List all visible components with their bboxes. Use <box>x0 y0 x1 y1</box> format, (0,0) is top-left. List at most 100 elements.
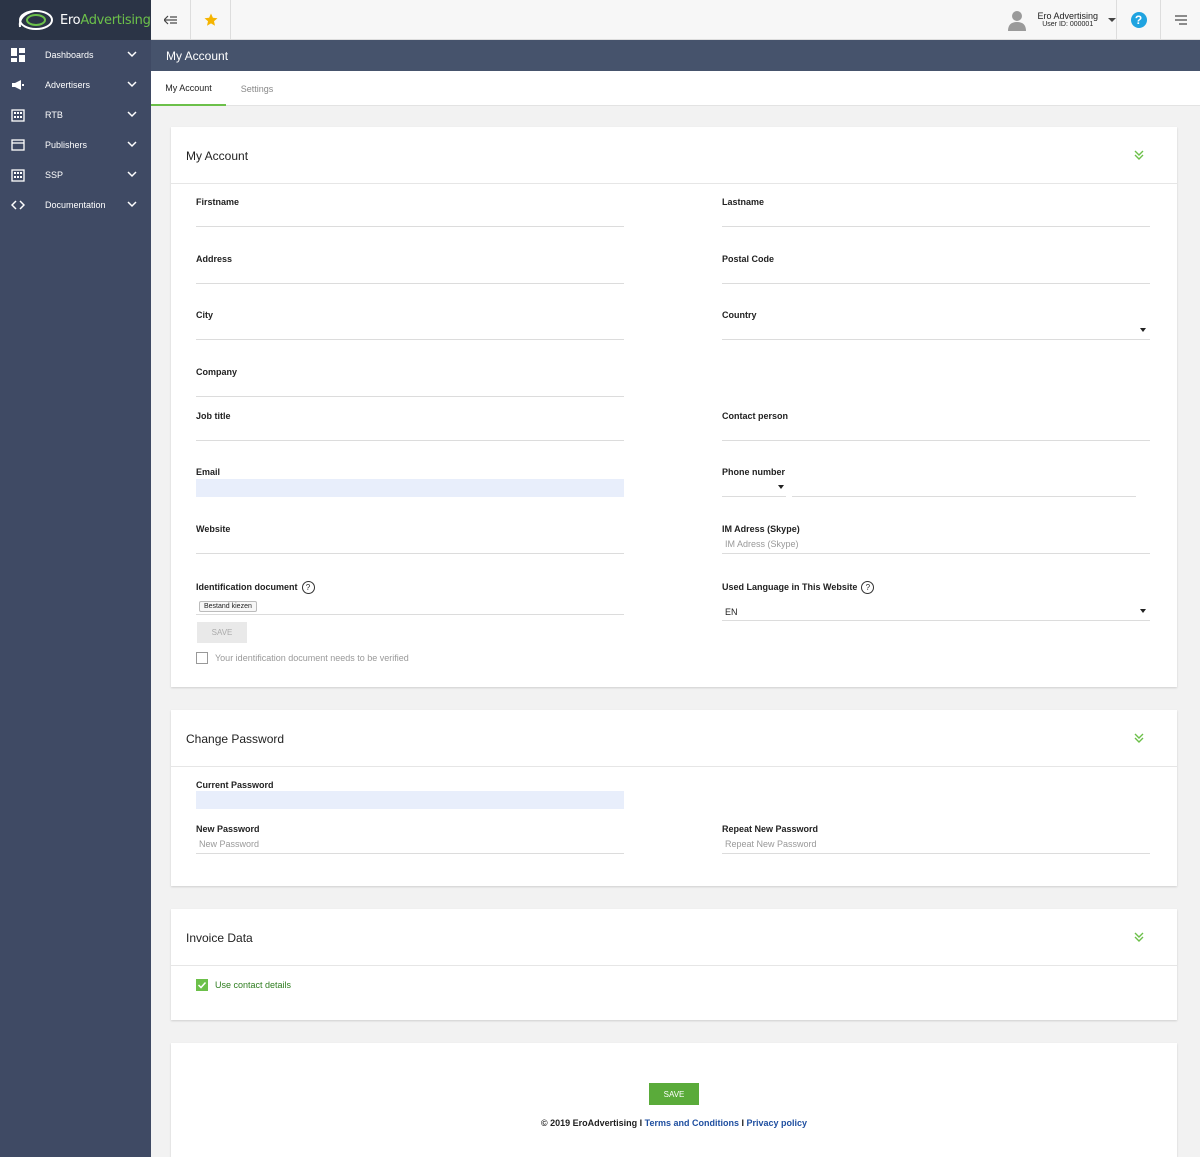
chevron-down-icon <box>127 201 137 208</box>
city-field[interactable]: City <box>196 310 624 340</box>
megaphone-icon <box>12 80 24 90</box>
firstname-field[interactable]: Firstname <box>196 197 624 227</box>
card-title: Invoice Data <box>186 931 253 945</box>
user-id: User ID: 000001 <box>1042 21 1094 28</box>
logo-text: EroAdvertising <box>60 12 151 28</box>
city-input[interactable] <box>196 339 624 340</box>
repeat-password-input[interactable]: Repeat New Password <box>725 839 817 849</box>
star-icon <box>204 13 217 26</box>
question-circle-icon[interactable]: ? <box>301 581 315 594</box>
building-icon <box>11 109 25 122</box>
address-label: Address <box>196 254 233 264</box>
privacy-link[interactable]: Privacy policy <box>746 1118 807 1128</box>
copyright: © 2019 EroAdvertising I Terms and Condit… <box>171 1118 1177 1128</box>
phone-country-select[interactable] <box>722 496 786 497</box>
address-field[interactable]: Address <box>196 254 624 284</box>
sidebar-item-publishers[interactable]: Publishers <box>0 130 151 160</box>
sidebar-nav: Dashboards Advertisers RTB Publishers SS… <box>0 40 151 220</box>
choose-file-button[interactable]: Bestand kiezen <box>199 601 257 612</box>
question-circle-icon[interactable]: ? <box>861 581 875 594</box>
contact-person-input[interactable] <box>722 440 1150 441</box>
double-chevron-down-icon[interactable] <box>1133 149 1145 161</box>
double-chevron-down-icon[interactable] <box>1133 732 1145 744</box>
caret-down-icon <box>1140 328 1146 332</box>
avatar <box>1008 11 1027 31</box>
lastname-input[interactable] <box>722 226 1150 227</box>
sidebar-item-label: SSP <box>45 170 64 180</box>
caret-down-icon <box>1108 18 1116 22</box>
chevron-down-icon <box>127 171 137 178</box>
im-address-label: IM Adress (Skype) <box>722 524 800 534</box>
sidebar-item-ssp[interactable]: SSP <box>0 160 151 190</box>
email-input[interactable] <box>196 479 624 497</box>
menu-icon <box>1174 15 1187 25</box>
language-select[interactable] <box>722 620 1150 621</box>
identification-document-label: Identification document? <box>196 581 624 594</box>
terms-link[interactable]: Terms and Conditions <box>645 1118 739 1128</box>
repeat-password-field[interactable]: Repeat New Password Repeat New Password <box>722 824 1150 854</box>
help-button[interactable]: ? <box>1116 0 1160 40</box>
tab-my-account[interactable]: My Account <box>151 71 226 106</box>
double-chevron-down-icon[interactable] <box>1133 931 1145 943</box>
page-title: My Account <box>166 49 229 63</box>
identification-document-field: Identification document? Bestand kiezen <box>196 581 624 616</box>
check-icon <box>197 981 207 989</box>
user-menu[interactable]: Ero Advertising User ID: 000001 <box>1007 0 1116 40</box>
firstname-label: Firstname <box>196 197 240 207</box>
email-label: Email <box>196 467 221 477</box>
sidebar-item-rtb[interactable]: RTB <box>0 100 151 130</box>
page-header: My Account <box>151 40 1200 71</box>
job-title-input[interactable] <box>196 440 624 441</box>
email-field[interactable]: Email <box>196 467 624 497</box>
new-password-field[interactable]: New Password New Password <box>196 824 624 854</box>
menu-button[interactable] <box>1160 0 1200 40</box>
sidebar-item-dashboards[interactable]: Dashboards <box>0 40 151 70</box>
phone-number-input[interactable] <box>792 496 1136 497</box>
verified-checkbox[interactable] <box>196 652 208 664</box>
sidebar: EroAdvertising Dashboards Advertisers RT… <box>0 0 151 1157</box>
save-button[interactable]: SAVE <box>649 1083 699 1105</box>
website-label: Website <box>196 524 231 534</box>
phone-number-field[interactable]: Phone number <box>722 467 1150 497</box>
phone-number-label: Phone number <box>722 467 786 477</box>
company-field[interactable]: Company <box>196 367 624 397</box>
lastname-field[interactable]: Lastname <box>722 197 1150 227</box>
website-input[interactable] <box>196 553 624 554</box>
sidebar-item-label: Publishers <box>45 140 88 150</box>
company-input[interactable] <box>196 396 624 397</box>
my-account-card: My Account Firstname Lastname Address Po… <box>171 127 1177 687</box>
im-address-input[interactable]: IM Adress (Skype) <box>725 539 799 549</box>
topbar: Ero Advertising User ID: 000001 ? <box>151 0 1200 40</box>
website-field[interactable]: Website <box>196 524 624 554</box>
tab-bar: My Account Settings <box>151 71 1200 106</box>
current-password-field[interactable]: Current Password <box>196 780 624 810</box>
im-address-field[interactable]: IM Adress (Skype) IM Adress (Skype) <box>722 524 1150 554</box>
tab-settings[interactable]: Settings <box>226 71 288 106</box>
contact-person-label: Contact person <box>722 411 789 421</box>
use-contact-details-checkbox[interactable] <box>196 979 208 991</box>
postal-code-field[interactable]: Postal Code <box>722 254 1150 284</box>
current-password-input[interactable] <box>196 791 624 809</box>
contact-person-field[interactable]: Contact person <box>722 411 1150 441</box>
favorites-button[interactable] <box>191 0 231 40</box>
card-title: My Account <box>186 149 249 163</box>
collapse-sidebar-button[interactable] <box>151 0 191 40</box>
job-title-field[interactable]: Job title <box>196 411 624 441</box>
sidebar-item-documentation[interactable]: Documentation <box>0 190 151 220</box>
new-password-input[interactable]: New Password <box>199 839 259 849</box>
firstname-input[interactable] <box>196 226 624 227</box>
country-field[interactable]: Country <box>722 310 1150 340</box>
address-input[interactable] <box>196 283 624 284</box>
caret-down-icon <box>1140 609 1146 613</box>
country-select[interactable] <box>722 339 1150 340</box>
logo[interactable]: EroAdvertising <box>0 0 151 40</box>
use-contact-details-label: Use contact details <box>215 980 292 990</box>
code-icon <box>11 200 25 210</box>
language-field[interactable]: Used Language in This Website? EN <box>722 581 1150 621</box>
sidebar-item-advertisers[interactable]: Advertisers <box>0 70 151 100</box>
postal-code-input[interactable] <box>722 283 1150 284</box>
job-title-label: Job title <box>196 411 231 421</box>
save-document-button[interactable]: SAVE <box>197 622 247 643</box>
invoice-data-card: Invoice Data Use contact details <box>171 909 1177 1020</box>
chevron-down-icon <box>127 141 137 148</box>
